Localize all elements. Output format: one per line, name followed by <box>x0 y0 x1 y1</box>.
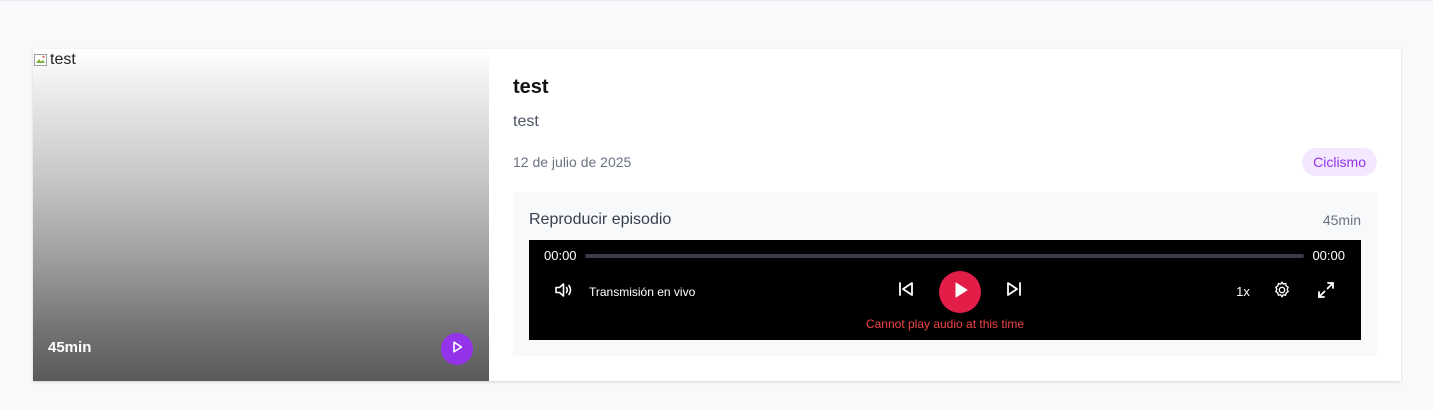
error-message: Cannot play audio at this time <box>865 317 1025 331</box>
live-stream-label: Transmisión en vivo <box>589 285 696 299</box>
player-duration: 45min <box>1322 212 1361 228</box>
player-section: Reproducir episodio 45min 00:00 00:00 Tr… <box>513 192 1377 356</box>
play-icon <box>449 339 465 360</box>
playback-speed-button[interactable]: 1x <box>1234 284 1252 299</box>
episode-thumbnail: test 45min <box>33 49 489 381</box>
player-header: Reproducir episodio 45min <box>529 208 1361 232</box>
thumbnail-play-button[interactable] <box>441 333 473 365</box>
broken-image: test <box>33 51 76 69</box>
episode-meta: 12 de julio de 2025 Ciclismo <box>513 148 1377 176</box>
episode-title: test <box>513 76 549 98</box>
play-button[interactable] <box>939 271 981 313</box>
fullscreen-icon <box>1316 280 1336 305</box>
next-button[interactable] <box>1005 280 1023 303</box>
play-icon <box>950 280 970 305</box>
volume-icon <box>553 279 575 306</box>
previous-button[interactable] <box>897 280 915 303</box>
end-time: 00:00 <box>1312 248 1345 263</box>
progress-bar[interactable] <box>585 254 1304 258</box>
episode-card: test 45min test test 12 de julio de 2025… <box>33 49 1401 381</box>
episode-date: 12 de julio de 2025 <box>513 154 632 170</box>
audio-player: 00:00 00:00 Transmisión en vivo 1x Canno… <box>529 240 1361 340</box>
skip-previous-icon <box>897 280 915 303</box>
category-tag[interactable]: Ciclismo <box>1302 148 1377 176</box>
volume-button[interactable] <box>553 281 575 303</box>
player-label: Reproducir episodio <box>529 211 672 228</box>
current-time: 00:00 <box>544 248 577 263</box>
settings-button[interactable] <box>1271 280 1293 305</box>
episode-description: test <box>513 113 539 130</box>
gear-icon <box>1272 280 1292 305</box>
image-alt-text: test <box>50 51 76 68</box>
skip-next-icon <box>1005 280 1023 303</box>
broken-image-icon <box>33 52 49 68</box>
fullscreen-button[interactable] <box>1315 281 1337 303</box>
episode-info: test test 12 de julio de 2025 Ciclismo R… <box>489 49 1401 381</box>
thumbnail-duration: 45min <box>48 339 92 356</box>
top-divider <box>0 0 1433 1</box>
